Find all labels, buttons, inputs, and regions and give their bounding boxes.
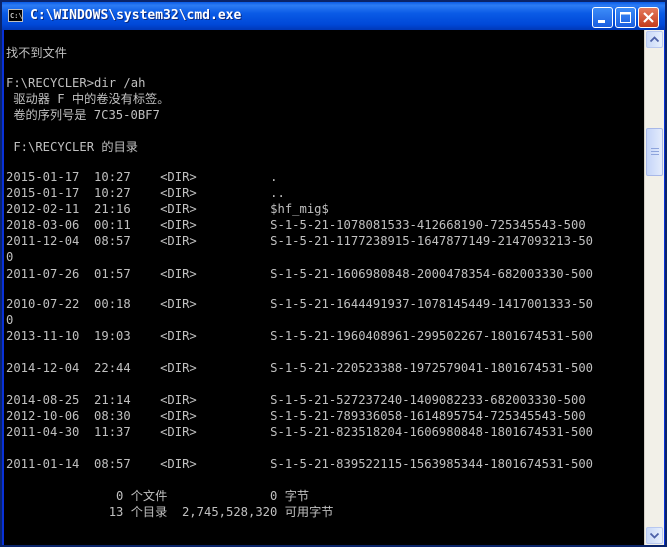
console-line: 2011-07-26 01:57 <DIR> S-1-5-21-16069808… [6,267,593,281]
grip-line [651,148,659,149]
console-line: 13 个目录 2,745,528,320 可用字节 [6,505,334,519]
scroll-down-button[interactable] [646,527,663,544]
cmd-app-icon[interactable]: C:\ [8,9,23,22]
console-line: 2015-01-17 10:27 <DIR> .. [6,186,285,200]
console-line: 找不到文件 [6,46,67,60]
grip-line [651,151,659,152]
console-line: 2011-04-30 11:37 <DIR> S-1-5-21-82351820… [6,425,593,439]
scroll-up-button[interactable] [646,31,663,48]
console-line: F:\RECYCLER 的目录 [6,140,138,154]
cmd-window: C:\ C:\WINDOWS\system32\cmd.exe 找不到文件 F:\… [0,0,667,547]
vertical-scrollbar[interactable] [644,30,664,545]
maximize-button[interactable] [615,7,636,28]
console-line: 2014-08-25 21:14 <DIR> S-1-5-21-52723724… [6,393,586,407]
grip-line [651,154,659,155]
console-output[interactable]: 找不到文件 F:\RECYCLER>dir /ah 驱动器 F 中的卷没有标签。 … [4,30,644,545]
scroll-thumb[interactable] [646,128,663,176]
arrow-up-icon [649,36,660,43]
console-line: 2012-02-11 21:16 <DIR> $hf_mig$ [6,202,329,216]
window-title: C:\WINDOWS\system32\cmd.exe [30,8,242,23]
title-bar[interactable]: C:\ C:\WINDOWS\system32\cmd.exe [2,2,665,30]
console-line: 0 [6,250,14,264]
console-line: 2018-03-06 00:11 <DIR> S-1-5-21-10780815… [6,218,586,232]
console-line: 2011-01-14 08:57 <DIR> S-1-5-21-83952211… [6,457,593,471]
console-line: 驱动器 F 中的卷没有标签。 [6,92,170,106]
console-line: 0 个文件 0 字节 [6,489,310,503]
console-line: 2014-12-04 22:44 <DIR> S-1-5-21-22052338… [6,361,593,375]
close-icon [643,12,654,23]
console-line: F:\RECYCLER>dir /ah [6,76,146,90]
console-line: 卷的序列号是 7C35-0BF7 [6,108,160,122]
console-line: 2010-07-22 00:18 <DIR> S-1-5-21-16444919… [6,297,593,311]
console-line: 2015-01-17 10:27 <DIR> . [6,170,278,184]
console-line: 2011-12-04 08:57 <DIR> S-1-5-21-11772389… [6,234,593,248]
arrow-down-icon [649,532,660,539]
console-line: 2013-11-10 19:03 <DIR> S-1-5-21-19604089… [6,329,593,343]
maximize-icon [620,12,631,23]
minimize-icon [598,20,605,23]
minimize-button[interactable] [592,7,613,28]
console-line: 0 [6,313,14,327]
console-line: 2012-10-06 08:30 <DIR> S-1-5-21-78933605… [6,409,586,423]
close-button[interactable] [638,7,659,28]
